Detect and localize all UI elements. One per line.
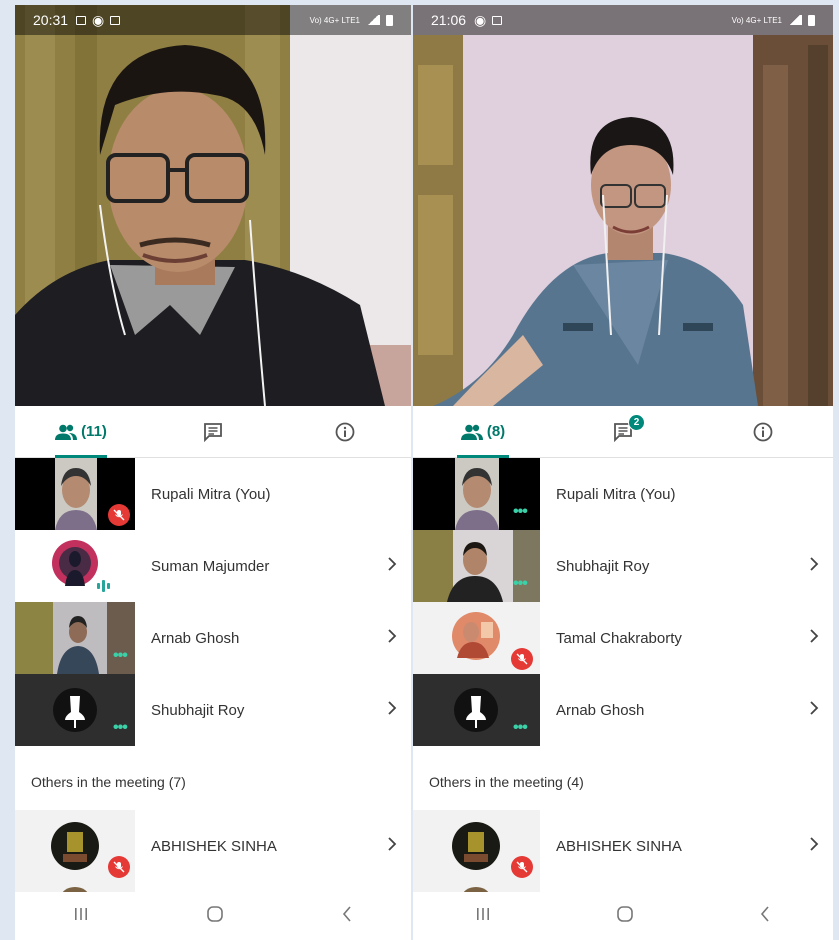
participant-name: Suman Majumder <box>151 557 270 575</box>
tab-chat[interactable] <box>147 406 279 457</box>
participant-name: Rupali Mitra (You) <box>151 485 271 503</box>
participant-thumbnail: ••• <box>15 602 135 674</box>
participant-name: Shubhajit Roy <box>556 557 650 575</box>
info-icon <box>753 422 773 441</box>
right-phone-screen: 21:06 ◉ Vo) 4G+ LTE1 (8) 2 ••• Rupali Mi… <box>413 5 833 940</box>
others-section-title: Others in the meeting (7) <box>31 774 186 790</box>
avatar <box>52 540 98 586</box>
home-icon[interactable] <box>616 905 634 928</box>
location-icon: ◉ <box>92 11 105 28</box>
participant-name: Rupali Mitra (You) <box>556 485 676 503</box>
participant-row[interactable]: ••• Arnab Ghosh <box>15 602 411 674</box>
battery-icon <box>808 14 815 26</box>
recents-icon[interactable] <box>475 907 491 926</box>
participant-row[interactable]: Tamal Chakraborty <box>413 602 833 674</box>
back-icon[interactable] <box>759 905 771 927</box>
participant-name: Arnab Ghosh <box>556 701 645 719</box>
android-nav-bar <box>15 892 411 940</box>
tab-chat[interactable]: 2 <box>553 406 693 457</box>
status-bar: 21:06 ◉ Vo) 4G+ LTE1 <box>413 5 833 35</box>
android-nav-bar <box>413 892 833 940</box>
chat-icon <box>204 422 222 442</box>
participant-thumbnail <box>15 458 135 530</box>
gallery-notification-icon <box>76 15 87 25</box>
more-dots-icon: ••• <box>113 719 128 736</box>
video-image <box>413 5 833 406</box>
participant-thumbnail <box>15 530 135 602</box>
participant-thumbnail: ••• <box>413 458 540 530</box>
chevron-right-icon[interactable] <box>809 628 819 648</box>
participant-name: Arnab Ghosh <box>151 629 240 647</box>
tab-info[interactable] <box>279 406 411 457</box>
message-notification-icon <box>110 15 121 25</box>
participant-row[interactable]: ABHISHEK SINHA <box>15 810 411 882</box>
meeting-tabs: (8) 2 <box>413 406 833 458</box>
tab-info[interactable] <box>693 406 833 457</box>
participant-row[interactable]: Suman Majumder <box>15 530 411 602</box>
tab-participants[interactable]: (11) <box>15 406 147 457</box>
left-phone-screen: 20:31 ◉ Vo) 4G+ LTE1 (11) Rupali Mitra (… <box>15 5 411 940</box>
participant-thumbnail <box>15 810 135 882</box>
chat-unread-badge: 2 <box>628 414 645 431</box>
message-notification-icon <box>492 15 503 25</box>
mic-off-icon <box>511 648 533 670</box>
network-label: Vo) 4G+ LTE1 <box>309 15 360 25</box>
recents-icon[interactable] <box>73 907 89 926</box>
participants-list: Rupali Mitra (You) Suman Majumder ••• Ar… <box>15 458 411 894</box>
more-dots-icon: ••• <box>513 719 528 736</box>
participant-row[interactable]: ••• Shubhajit Roy <box>15 674 411 746</box>
chevron-right-icon[interactable] <box>809 836 819 856</box>
mic-off-icon <box>108 856 130 878</box>
status-time: 20:31 <box>33 12 69 28</box>
meeting-tabs: (11) <box>15 406 411 458</box>
participants-count: (11) <box>81 423 107 440</box>
participant-row[interactable]: ••• Arnab Ghosh <box>413 674 833 746</box>
speaking-icon <box>97 580 110 592</box>
main-video-feed: 20:31 ◉ Vo) 4G+ LTE1 <box>15 5 411 406</box>
battery-icon <box>386 14 393 26</box>
back-icon[interactable] <box>341 905 353 927</box>
mic-off-icon <box>511 856 533 878</box>
mic-off-icon <box>108 504 130 526</box>
tab-participants[interactable]: (8) <box>413 406 553 457</box>
video-image <box>15 5 411 406</box>
main-video-feed: 21:06 ◉ Vo) 4G+ LTE1 <box>413 5 833 406</box>
participant-row: Rupali Mitra (You) <box>15 458 411 530</box>
more-dots-icon: ••• <box>513 503 528 520</box>
participant-name: Shubhajit Roy <box>151 701 245 719</box>
participant-thumbnail <box>413 810 540 882</box>
location-icon: ◉ <box>474 11 487 28</box>
home-icon[interactable] <box>206 905 224 928</box>
chevron-right-icon[interactable] <box>387 836 397 856</box>
signal-icon <box>788 15 802 25</box>
participant-row[interactable]: ••• Shubhajit Roy <box>413 530 833 602</box>
status-bar: 20:31 ◉ Vo) 4G+ LTE1 <box>15 5 411 35</box>
chevron-right-icon[interactable] <box>387 700 397 720</box>
participant-thumbnail: ••• <box>413 674 540 746</box>
participant-thumbnail: ••• <box>15 674 135 746</box>
participants-list: ••• Rupali Mitra (You) ••• Shubhajit Roy <box>413 458 833 894</box>
chevron-right-icon[interactable] <box>387 628 397 648</box>
participant-name: ABHISHEK SINHA <box>151 837 277 855</box>
participant-thumbnail <box>413 602 540 674</box>
signal-icon <box>366 15 380 25</box>
chevron-right-icon[interactable] <box>809 700 819 720</box>
people-icon <box>55 424 78 440</box>
participant-row[interactable]: ABHISHEK SINHA <box>413 810 833 882</box>
participant-name: Tamal Chakraborty <box>556 629 682 647</box>
participant-name: ABHISHEK SINHA <box>556 837 682 855</box>
people-icon <box>460 424 483 440</box>
participants-count: (8) <box>486 423 506 440</box>
others-section-title: Others in the meeting (4) <box>429 774 584 790</box>
participant-row: ••• Rupali Mitra (You) <box>413 458 833 530</box>
more-dots-icon: ••• <box>113 647 128 664</box>
more-dots-icon: ••• <box>513 575 528 592</box>
chevron-right-icon[interactable] <box>387 556 397 576</box>
participant-thumbnail: ••• <box>413 530 540 602</box>
status-time: 21:06 <box>431 12 467 28</box>
info-icon <box>335 422 355 441</box>
network-label: Vo) 4G+ LTE1 <box>731 15 782 25</box>
chevron-right-icon[interactable] <box>809 556 819 576</box>
